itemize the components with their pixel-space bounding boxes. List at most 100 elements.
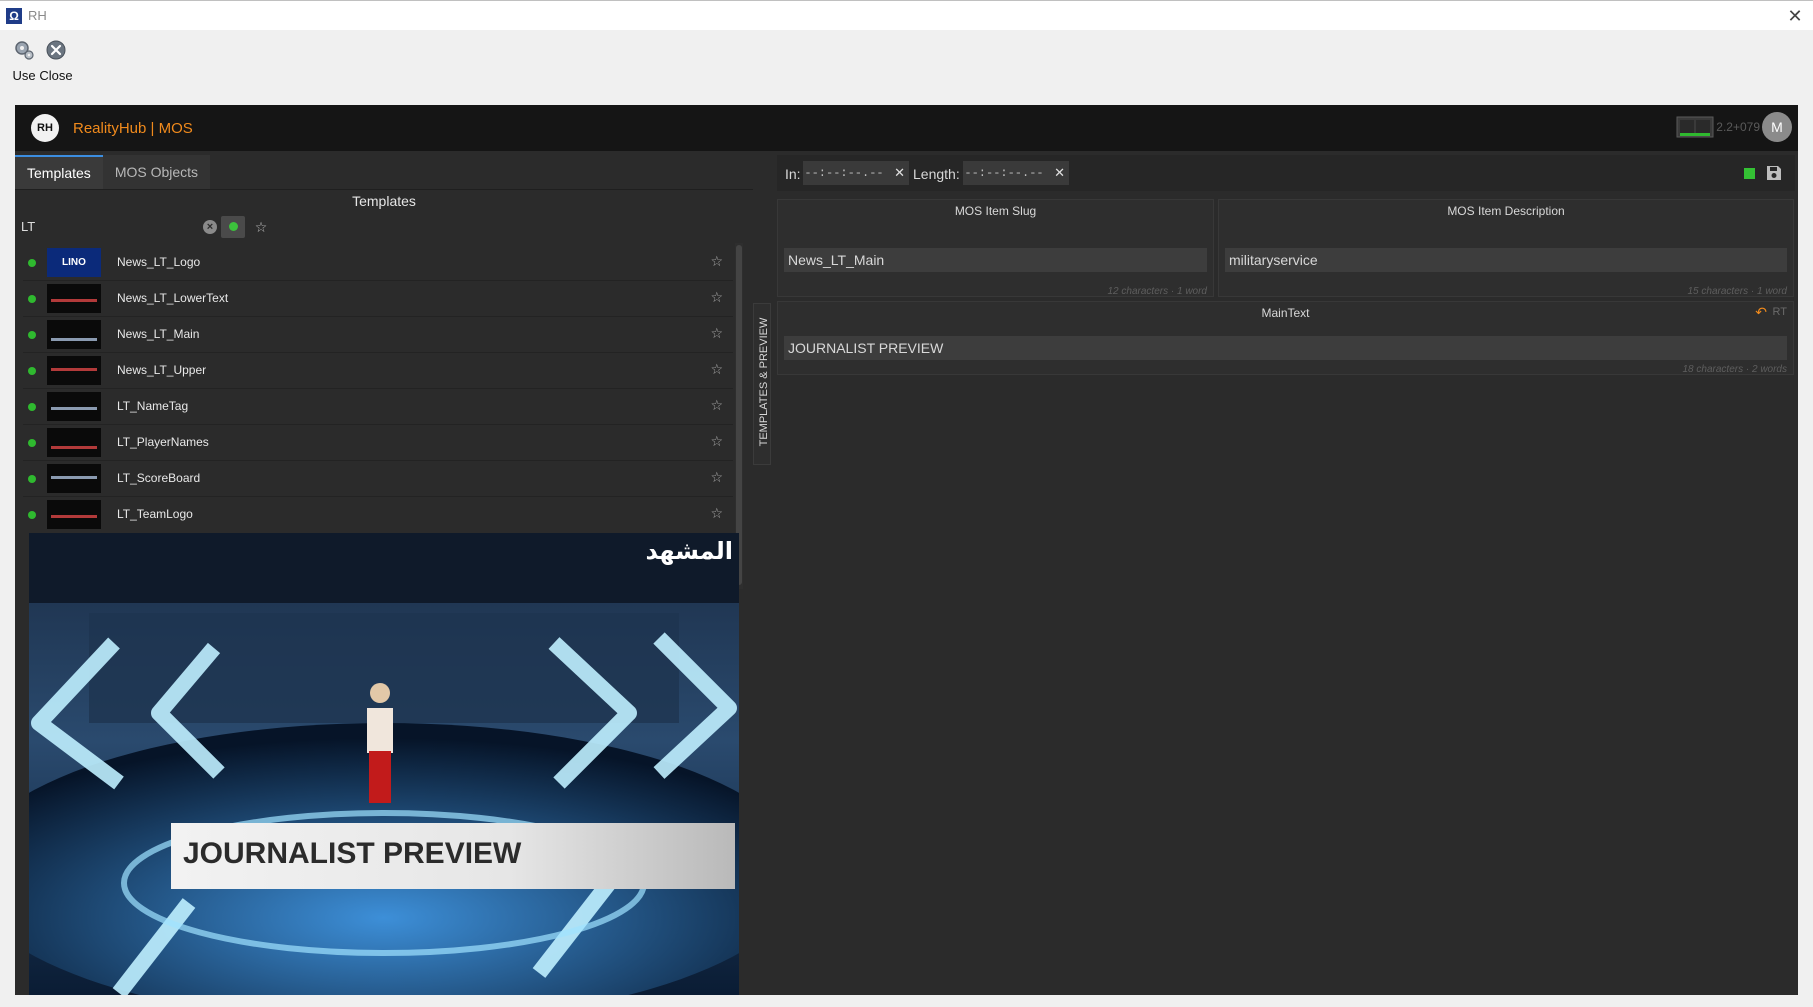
close-label: Close <box>39 68 73 83</box>
maintext-field-box: MainText ↶ RT 18 characters · 2 words <box>777 301 1794 375</box>
rh-logo: RH <box>31 114 59 142</box>
favorite-filter-star-icon[interactable]: ☆ <box>251 216 271 238</box>
favorite-star-icon[interactable]: ☆ <box>710 325 723 342</box>
version-label: 2.2+079 <box>1716 120 1760 134</box>
template-thumbnail <box>47 500 101 529</box>
app-root: RH RealityHub | MOS 2.2+079 M Templates … <box>15 105 1798 995</box>
favorite-star-icon[interactable]: ☆ <box>710 253 723 270</box>
favorite-star-icon[interactable]: ☆ <box>710 397 723 414</box>
template-preview: المشهد JOURNALIST PREVIEW <box>29 533 739 995</box>
undo-icon[interactable]: ↶ <box>1755 304 1767 321</box>
template-row[interactable]: LT_NameTag ☆ <box>23 389 733 425</box>
template-name: News_LT_LowerText <box>117 291 229 305</box>
channel-logo: المشهد <box>645 537 733 565</box>
online-status-dot <box>28 367 36 375</box>
clear-search-icon[interactable]: × <box>203 220 217 234</box>
template-name: News_LT_Upper <box>117 363 207 377</box>
description-count: 15 characters · 1 word <box>1687 286 1788 297</box>
template-row[interactable]: LT_ScoreBoard ☆ <box>23 461 733 497</box>
template-name: LT_PlayerNames <box>117 435 209 449</box>
online-status-dot <box>28 511 36 519</box>
maintext-input[interactable] <box>784 336 1787 360</box>
template-thumbnail <box>47 284 101 313</box>
omega-app-icon: Ω <box>6 7 22 24</box>
favorite-star-icon[interactable]: ☆ <box>710 361 723 378</box>
online-dot-icon <box>228 222 238 231</box>
length-label: Length: <box>913 166 960 182</box>
template-thumbnail <box>47 428 101 457</box>
search-box <box>19 215 215 239</box>
template-row[interactable]: News_LT_Main ☆ <box>23 317 733 353</box>
slug-count: 12 characters · 1 word <box>1107 286 1208 297</box>
template-name: LT_ScoreBoard <box>117 471 201 485</box>
studio-preview-image <box>29 533 739 995</box>
template-row[interactable]: News_LT_Upper ☆ <box>23 353 733 389</box>
clear-length-icon[interactable]: ✕ <box>1054 165 1065 181</box>
template-name: LT_NameTag <box>117 399 189 413</box>
online-filter-button[interactable] <box>221 216 245 238</box>
window-titlebar: Ω RH ✕ <box>0 0 1813 30</box>
lower-third-graphic: JOURNALIST PREVIEW <box>171 823 735 889</box>
template-list: LINO News_LT_Logo ☆ News_LT_LowerText ☆ News_… <box>23 245 733 531</box>
close-button[interactable]: Close <box>34 37 78 83</box>
description-input[interactable] <box>1225 248 1787 272</box>
tabs-divider <box>15 189 753 190</box>
side-tab-label: TEMPLATES & PREVIEW <box>758 317 770 447</box>
slug-title: MOS Item Slug <box>954 204 1037 218</box>
toolbar: Use Close <box>0 31 1813 105</box>
template-row[interactable]: LT_PlayerNames ☆ <box>23 425 733 461</box>
window-close-icon[interactable]: ✕ <box>1783 5 1807 27</box>
online-status-dot <box>28 439 36 447</box>
length-timecode-input[interactable] <box>963 161 1045 185</box>
slug-field-box: MOS Item Slug 12 characters · 1 word <box>777 199 1214 297</box>
tab-templates[interactable]: Templates <box>15 155 103 189</box>
template-thumbnail: LINO <box>47 248 101 277</box>
template-name: LT_TeamLogo <box>117 507 193 521</box>
avatar[interactable]: M <box>1762 112 1792 142</box>
favorite-star-icon[interactable]: ☆ <box>710 433 723 450</box>
online-status-dot <box>28 475 36 483</box>
template-thumbnail <box>47 320 101 349</box>
panel-title: Templates <box>352 193 416 209</box>
status-indicator <box>1744 168 1755 179</box>
clear-in-icon[interactable]: ✕ <box>894 165 905 181</box>
description-title: MOS Item Description <box>1447 204 1565 218</box>
favorite-star-icon[interactable]: ☆ <box>710 469 723 486</box>
template-row[interactable]: LT_TeamLogo ☆ <box>23 497 733 531</box>
online-status-dot <box>28 403 36 411</box>
in-timecode-field: ✕ <box>803 161 909 185</box>
close-circle-icon <box>46 40 66 60</box>
online-status-dot <box>28 259 36 267</box>
template-thumbnail <box>47 464 101 493</box>
tab-mos-objects[interactable]: MOS Objects <box>102 155 211 189</box>
maintext-count: 18 characters · 2 words <box>1682 364 1788 375</box>
templates-panel: Templates MOS Objects Templates × ☆ LINO… <box>15 151 753 995</box>
description-field-box: MOS Item Description 15 characters · 1 w… <box>1218 199 1794 297</box>
timing-bar: In: ✕ Length: ✕ <box>777 155 1795 191</box>
in-label: In: <box>785 166 801 182</box>
in-timecode-input[interactable] <box>803 161 885 185</box>
online-status-dot <box>28 331 36 339</box>
app-header: RH RealityHub | MOS 2.2+079 M <box>15 105 1798 151</box>
app-title: RealityHub | MOS <box>73 119 193 137</box>
templates-preview-side-tab[interactable]: TEMPLATES & PREVIEW <box>753 303 771 465</box>
search-input[interactable] <box>19 215 199 237</box>
favorite-star-icon[interactable]: ☆ <box>710 289 723 306</box>
rt-label: RT <box>1772 306 1787 318</box>
favorite-star-icon[interactable]: ☆ <box>710 505 723 522</box>
maintext-title: MainText <box>1261 306 1310 320</box>
template-thumbnail <box>47 356 101 385</box>
template-thumbnail <box>47 392 101 421</box>
template-row[interactable]: News_LT_LowerText ☆ <box>23 281 733 317</box>
online-status-dot <box>28 295 36 303</box>
slug-input[interactable] <box>784 248 1207 272</box>
monitor-icon[interactable] <box>1676 115 1714 139</box>
panel-tabs: Templates MOS Objects <box>15 155 211 189</box>
template-name: News_LT_Logo <box>117 255 201 269</box>
lower-third-text: JOURNALIST PREVIEW <box>183 837 522 870</box>
save-icon[interactable] <box>1765 164 1783 182</box>
gears-icon <box>15 41 34 60</box>
window-title: RH <box>28 8 47 23</box>
template-row[interactable]: LINO News_LT_Logo ☆ <box>23 245 733 281</box>
mos-item-editor: In: ✕ Length: ✕ MOS Item Slug 12 charact… <box>775 151 1798 995</box>
